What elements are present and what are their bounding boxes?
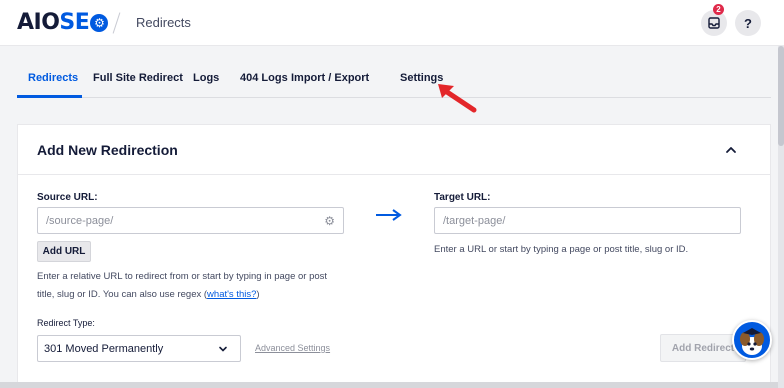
top-bar: AIOSE ⚙ Redirects 2 ?	[0, 0, 784, 46]
whats-this-link[interactable]: what's this?	[207, 289, 256, 300]
chevron-up-icon[interactable]	[724, 143, 738, 157]
arrow-right-icon	[376, 209, 402, 221]
logo-prefix: AIO	[17, 10, 60, 35]
help-button[interactable]: ?	[735, 10, 761, 36]
source-help-line1: Enter a relative URL to redirect from or…	[37, 271, 328, 282]
advanced-settings-link[interactable]: Advanced Settings	[255, 343, 330, 353]
source-help-line2-prefix: title, slug or ID. You can also use rege…	[37, 289, 208, 300]
help-icon: ?	[744, 15, 752, 31]
breadcrumb: Redirects	[136, 15, 191, 30]
bottom-scrollbar[interactable]	[0, 382, 778, 388]
target-url-help: Enter a URL or start by typing a page or…	[434, 244, 689, 255]
aioseo-logo[interactable]: AIOSE ⚙	[17, 10, 109, 35]
source-url-help: Enter a relative URL to redirect from or…	[37, 268, 357, 304]
target-url-input[interactable]: /target-page/	[434, 207, 741, 234]
source-url-placeholder: /source-page/	[46, 215, 114, 227]
mascot-chat-icon[interactable]	[732, 320, 772, 360]
mascot-face-icon	[740, 328, 764, 355]
page-scrollbar[interactable]	[778, 46, 784, 388]
card-header[interactable]: Add New Redirection	[18, 125, 770, 175]
source-url-input[interactable]: /source-page/ ⚙	[37, 207, 344, 234]
redirect-type-value: 301 Moved Permanently	[44, 343, 164, 355]
logo-gear-icon: ⚙	[90, 14, 109, 32]
notifications-button[interactable]	[701, 10, 727, 36]
redirect-tabs: Redirects Full Site Redirect Logs 404 Lo…	[17, 60, 771, 98]
redirect-type-label: Redirect Type:	[37, 318, 95, 328]
tab-import-export[interactable]: Import / Export	[291, 72, 369, 84]
target-url-label: Target URL:	[434, 192, 491, 203]
source-help-line2: title, slug or ID. You can also use rege…	[37, 286, 357, 304]
source-help-line2-suffix: )	[256, 289, 260, 300]
add-url-button[interactable]: Add URL	[37, 241, 91, 262]
redirect-type-select[interactable]: 301 Moved Permanently	[37, 335, 241, 362]
tab-logs[interactable]: Logs	[193, 72, 219, 84]
annotation-arrow-icon	[438, 84, 477, 113]
notification-count-badge: 2	[713, 4, 724, 15]
inbox-icon	[708, 17, 720, 29]
tab-full-site-redirect[interactable]: Full Site Redirect	[93, 72, 183, 84]
target-url-placeholder: /target-page/	[443, 215, 506, 227]
breadcrumb-separator	[112, 12, 121, 34]
tab-redirects[interactable]: Redirects	[28, 72, 78, 84]
scrollbar-thumb[interactable]	[778, 46, 784, 146]
tab-404-logs[interactable]: 404 Logs	[240, 72, 288, 84]
active-tab-indicator	[17, 95, 82, 98]
source-url-label: Source URL:	[37, 192, 98, 203]
card-title: Add New Redirection	[37, 142, 178, 158]
settings-gear-icon[interactable]: ⚙	[324, 214, 335, 228]
logo-suffix: SE	[59, 10, 90, 35]
chevron-down-icon	[219, 346, 227, 352]
